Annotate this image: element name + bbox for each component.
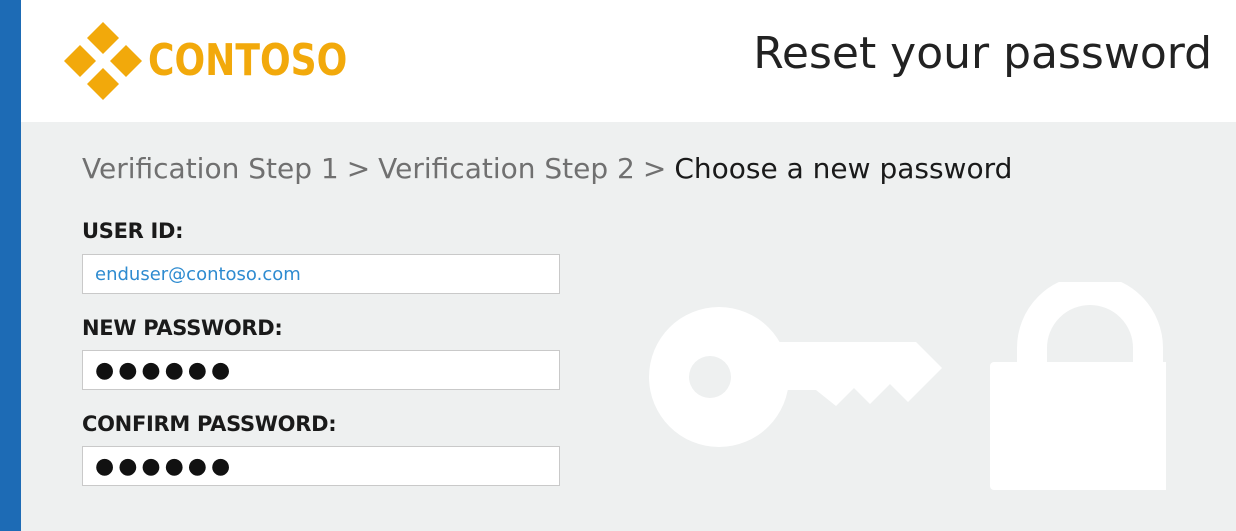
reset-panel: Verification Step 1 > Verification Step 2 >…	[21, 122, 1236, 531]
lock-icon	[990, 282, 1166, 490]
user-id-label: USER ID:	[82, 219, 184, 243]
breadcrumb-separator: >	[346, 152, 371, 185]
page-header: CONTOSO Reset your password	[21, 0, 1236, 122]
key-icon	[649, 307, 942, 447]
page-title: Reset your password	[753, 28, 1212, 79]
breadcrumb-step-1[interactable]: Verification Step 1	[82, 152, 339, 185]
user-id-field[interactable]	[82, 254, 560, 294]
confirm-password-label: CONFIRM PASSWORD:	[82, 412, 337, 436]
security-illustration	[649, 282, 1166, 490]
new-password-label: NEW PASSWORD:	[82, 316, 283, 340]
new-password-field[interactable]	[82, 350, 560, 390]
breadcrumb-current-step: Choose a new password	[674, 152, 1013, 185]
contoso-logo: CONTOSO	[62, 20, 391, 102]
breadcrumb: Verification Step 1 > Verification Step 2 >…	[82, 152, 1012, 185]
confirm-password-field[interactable]	[82, 446, 560, 486]
left-accent-bar	[0, 0, 21, 531]
breadcrumb-separator: >	[642, 152, 667, 185]
brand-name: CONTOSO	[148, 35, 348, 86]
breadcrumb-step-2[interactable]: Verification Step 2	[378, 152, 635, 185]
diamond-logo-icon	[64, 22, 142, 100]
